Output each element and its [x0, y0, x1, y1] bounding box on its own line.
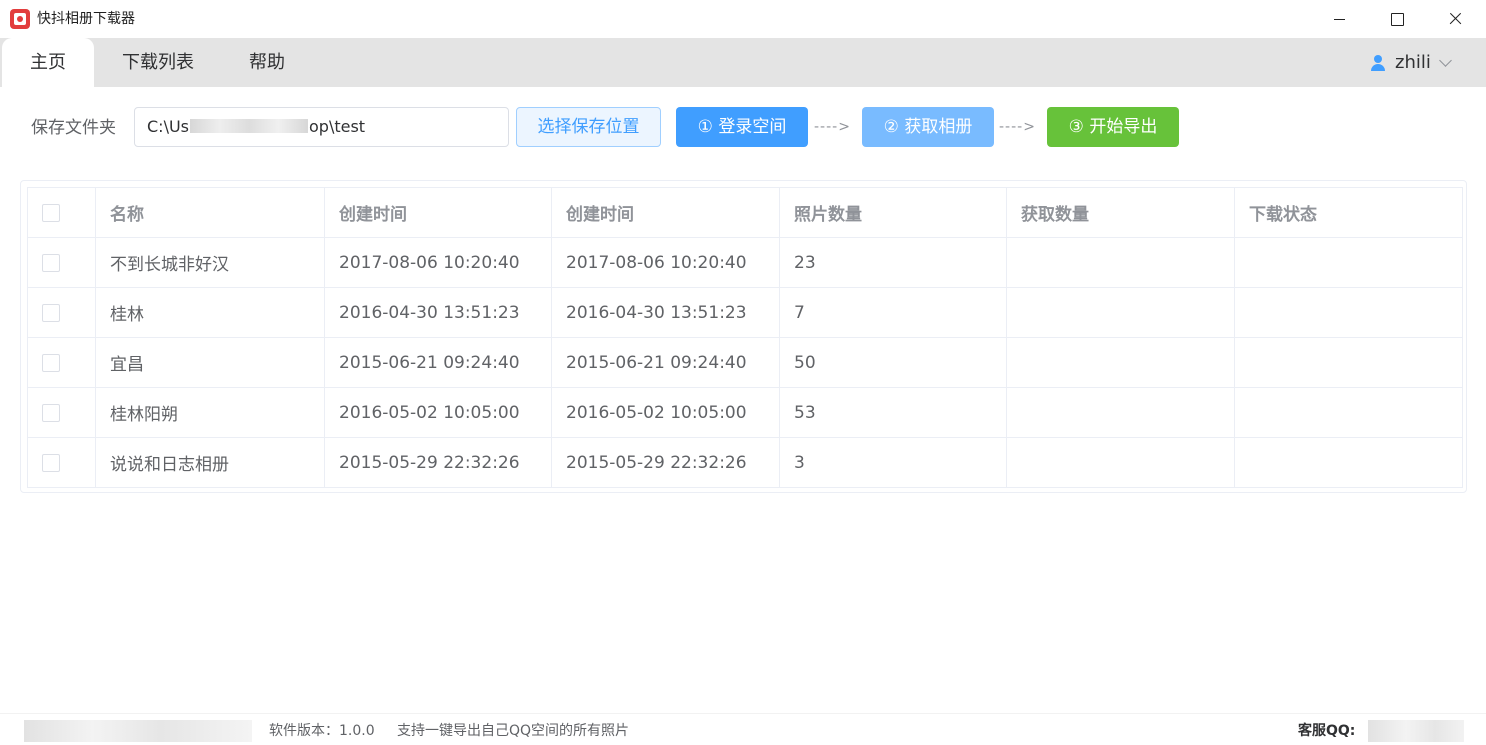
row-checkbox[interactable] — [42, 303, 60, 322]
redacted-qq — [1368, 720, 1464, 742]
album-photo-count: 50 — [779, 337, 1007, 388]
tab-home[interactable]: 主页 — [2, 38, 94, 87]
album-name: 宜昌 — [95, 337, 325, 388]
album-created: 2016-05-02 10:05:00 — [324, 387, 552, 438]
step-arrow: ----> — [999, 119, 1036, 135]
chevron-down-icon — [1438, 53, 1452, 67]
album-name: 桂林阳朔 — [95, 387, 325, 438]
album-created-2: 2015-06-21 09:24:40 — [551, 337, 780, 388]
version-text: 软件版本：1.0.0 — [269, 723, 375, 739]
album-download-status — [1234, 387, 1463, 438]
app-logo-icon — [10, 9, 30, 29]
album-photo-count: 3 — [779, 437, 1007, 488]
header-created: 创建时间 — [324, 187, 552, 238]
album-created-2: 2016-04-30 13:51:23 — [551, 287, 780, 338]
redacted-path — [190, 119, 308, 133]
album-fetched-count — [1006, 337, 1235, 388]
tab-help[interactable]: 帮助 — [230, 38, 304, 87]
save-path-input[interactable]: C:\Us op\test — [134, 107, 509, 147]
album-download-status — [1234, 287, 1463, 338]
album-created-2: 2017-08-06 10:20:40 — [551, 237, 780, 288]
table-row[interactable]: 说说和日志相册 2015-05-29 22:32:26 2015-05-29 2… — [27, 437, 1463, 488]
close-button[interactable] — [1427, 0, 1485, 38]
album-created: 2015-06-21 09:24:40 — [324, 337, 552, 388]
album-photo-count: 23 — [779, 237, 1007, 288]
tab-bar: 主页 下载列表 帮助 zhili — [0, 38, 1486, 87]
album-created-2: 2016-05-02 10:05:00 — [551, 387, 780, 438]
row-checkbox[interactable] — [42, 403, 60, 422]
album-name: 桂林 — [95, 287, 325, 338]
album-created-2: 2015-05-29 22:32:26 — [551, 437, 780, 488]
maximize-button[interactable] — [1368, 0, 1426, 38]
album-fetched-count — [1006, 287, 1235, 338]
album-fetched-count — [1006, 387, 1235, 438]
choose-location-button[interactable]: 选择保存位置 — [516, 107, 661, 147]
album-fetched-count — [1006, 437, 1235, 488]
row-select-cell — [27, 287, 96, 338]
select-all-checkbox[interactable] — [42, 203, 60, 222]
header-name: 名称 — [95, 187, 325, 238]
album-created: 2016-04-30 13:51:23 — [324, 287, 552, 338]
row-checkbox[interactable] — [42, 453, 60, 472]
album-name: 不到长城非好汉 — [95, 237, 325, 288]
header-download-status: 下载状态 — [1234, 187, 1463, 238]
redacted-info — [24, 720, 252, 742]
title-bar: 快抖相册下载器 — [0, 0, 1486, 38]
username: zhili — [1395, 52, 1431, 73]
album-download-status — [1234, 237, 1463, 288]
table-row[interactable]: 宜昌 2015-06-21 09:24:40 2015-06-21 09:24:… — [27, 337, 1463, 388]
header-created-2: 创建时间 — [551, 187, 780, 238]
album-fetched-count — [1006, 237, 1235, 288]
start-export-button[interactable]: ③ 开始导出 — [1047, 107, 1179, 147]
login-space-button[interactable]: ① 登录空间 — [676, 107, 808, 147]
album-table: 名称 创建时间 创建时间 照片数量 获取数量 下载状态 不到长城非好汉 2017… — [27, 187, 1463, 488]
select-all-cell — [27, 187, 96, 238]
table-row[interactable]: 桂林阳朔 2016-05-02 10:05:00 2016-05-02 10:0… — [27, 387, 1463, 438]
album-photo-count: 53 — [779, 387, 1007, 438]
header-photo-count: 照片数量 — [779, 187, 1007, 238]
user-menu[interactable]: zhili — [1370, 38, 1452, 87]
album-download-status — [1234, 437, 1463, 488]
path-prefix: C:\Us — [147, 117, 189, 136]
table-row[interactable]: 不到长城非好汉 2017-08-06 10:20:40 2017-08-06 1… — [27, 237, 1463, 288]
row-select-cell — [27, 237, 96, 288]
album-download-status — [1234, 337, 1463, 388]
album-table-container: 名称 创建时间 创建时间 照片数量 获取数量 下载状态 不到长城非好汉 2017… — [20, 180, 1467, 493]
row-checkbox[interactable] — [42, 353, 60, 372]
album-name: 说说和日志相册 — [95, 437, 325, 488]
table-header-row: 名称 创建时间 创建时间 照片数量 获取数量 下载状态 — [27, 187, 1463, 238]
slogan-text: 支持一键导出自己QQ空间的所有照片 — [397, 723, 630, 739]
save-folder-label: 保存文件夹 — [31, 118, 116, 138]
row-select-cell — [27, 387, 96, 438]
path-suffix: op\test — [309, 117, 366, 136]
album-photo-count: 7 — [779, 287, 1007, 338]
row-select-cell — [27, 337, 96, 388]
window-title: 快抖相册下载器 — [37, 11, 135, 27]
album-created: 2015-05-29 22:32:26 — [324, 437, 552, 488]
tab-download-list[interactable]: 下载列表 — [108, 38, 208, 87]
support-qq-label: 客服QQ: — [1298, 723, 1356, 739]
minimize-button[interactable] — [1310, 0, 1368, 38]
row-checkbox[interactable] — [42, 253, 60, 272]
status-bar: 软件版本：1.0.0 支持一键导出自己QQ空间的所有照片 客服QQ: — [0, 713, 1486, 745]
header-fetched-count: 获取数量 — [1006, 187, 1235, 238]
step-arrow: ----> — [814, 119, 851, 135]
table-row[interactable]: 桂林 2016-04-30 13:51:23 2016-04-30 13:51:… — [27, 287, 1463, 338]
fetch-albums-button[interactable]: ② 获取相册 — [862, 107, 994, 147]
user-icon — [1370, 54, 1386, 71]
album-created: 2017-08-06 10:20:40 — [324, 237, 552, 288]
row-select-cell — [27, 437, 96, 488]
